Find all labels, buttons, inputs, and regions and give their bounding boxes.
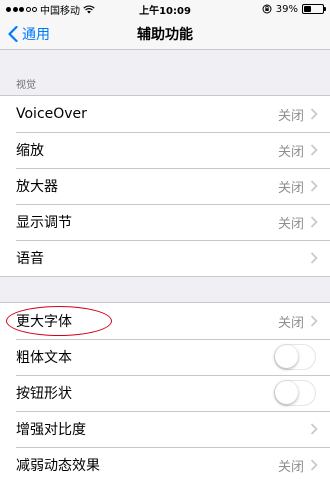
signal-strength-icon: [6, 6, 37, 12]
row-label: VoiceOver: [16, 106, 87, 122]
back-button-label: 通用: [22, 27, 50, 43]
bold-text-toggle[interactable]: [274, 344, 316, 370]
row-label: 放大器: [16, 179, 58, 195]
row-speech[interactable]: 语音: [0, 240, 330, 276]
status-right: 39%: [262, 3, 326, 15]
row-label: 更大字体: [16, 314, 72, 330]
navigation-bar: 通用 辅助功能: [0, 18, 330, 50]
row-label: 增强对比度: [16, 422, 86, 438]
row-bold-text: 粗体文本: [0, 339, 330, 375]
battery-percent: 39%: [275, 3, 298, 15]
status-left: 中国移动: [6, 2, 95, 17]
row-value: 关闭: [277, 216, 304, 232]
toggle-knob: [275, 345, 298, 368]
row-label: 按钮形状: [16, 386, 72, 402]
text-settings-group: 更大字体 关闭 粗体文本 按钮形状 增强对比度 减弱动态效果 关闭: [0, 302, 330, 479]
battery-icon: [302, 4, 326, 14]
row-voiceover[interactable]: VoiceOver 关闭: [0, 96, 330, 132]
row-magnifier[interactable]: 放大器 关闭: [0, 168, 330, 204]
chevron-right-icon: [310, 459, 318, 471]
chevron-right-icon: [310, 108, 318, 120]
row-larger-text[interactable]: 更大字体 关闭: [0, 303, 330, 339]
row-button-shapes: 按钮形状: [0, 375, 330, 411]
button-shapes-toggle[interactable]: [274, 380, 316, 406]
row-reduce-motion[interactable]: 减弱动态效果 关闭: [0, 447, 330, 479]
row-label: 减弱动态效果: [16, 458, 100, 474]
chevron-right-icon: [310, 180, 318, 192]
chevron-right-icon: [310, 252, 318, 264]
status-bar: 中国移动 上午10:09 39%: [0, 0, 330, 18]
section-header-vision: 视觉: [16, 80, 36, 91]
row-label: 显示调节: [16, 215, 72, 231]
row-value: 关闭: [277, 144, 304, 160]
row-label: 粗体文本: [16, 350, 72, 366]
toggle-knob: [275, 381, 298, 404]
row-label: 缩放: [16, 143, 44, 159]
wifi-icon: [83, 4, 95, 13]
row-value: 关闭: [277, 459, 304, 475]
row-value: 关闭: [277, 315, 304, 331]
row-value: 关闭: [277, 108, 304, 124]
row-value: 关闭: [277, 180, 304, 196]
vision-settings-group: VoiceOver 关闭 缩放 关闭 放大器 关闭 显示调节 关闭 语音: [0, 95, 330, 277]
carrier-label: 中国移动: [40, 5, 80, 17]
orientation-lock-icon: [262, 4, 272, 14]
row-increase-contrast[interactable]: 增强对比度: [0, 411, 330, 447]
back-button[interactable]: 通用: [8, 18, 50, 50]
row-zoom[interactable]: 缩放 关闭: [0, 132, 330, 168]
chevron-right-icon: [310, 216, 318, 228]
chevron-right-icon: [310, 315, 318, 327]
chevron-right-icon: [310, 423, 318, 435]
row-display-accommodations[interactable]: 显示调节 关闭: [0, 204, 330, 240]
chevron-left-icon: [8, 26, 18, 42]
battery-fill: [304, 6, 312, 12]
chevron-right-icon: [310, 144, 318, 156]
row-label: 语音: [16, 251, 44, 267]
